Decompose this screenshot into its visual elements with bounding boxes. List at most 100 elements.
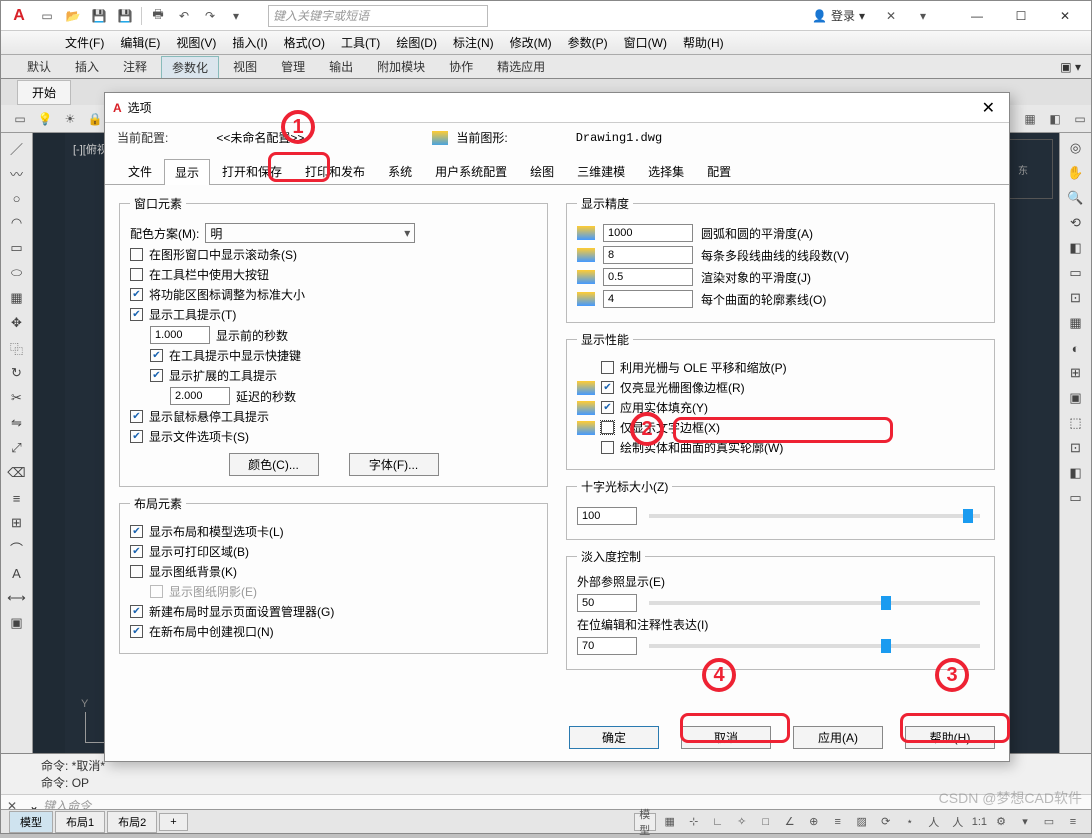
chk-extended-tooltip[interactable] (150, 369, 163, 382)
dimension-icon[interactable]: ⟷ (5, 587, 29, 609)
transparency-icon[interactable]: ▨ (852, 813, 872, 831)
redo-icon[interactable]: ↷ (198, 5, 222, 27)
customize-icon[interactable]: ≡ (1063, 813, 1083, 831)
lightbulb-icon[interactable]: 💡 (34, 108, 56, 130)
menu-modify[interactable]: 修改(M) (502, 31, 560, 54)
chk-filetabs[interactable] (130, 430, 143, 443)
clean-icon[interactable]: ▭ (1039, 813, 1059, 831)
options-tab-userpref[interactable]: 用户系统配置 (424, 158, 518, 184)
tool-a-icon[interactable]: ▦ (1019, 108, 1041, 130)
tool-r14-icon[interactable]: ◧ (1064, 462, 1088, 484)
ribbon-tab-manage[interactable]: 管理 (271, 56, 315, 77)
polyline-seg-input[interactable] (603, 246, 693, 264)
tool-r11-icon[interactable]: ▣ (1064, 387, 1088, 409)
anno-icon[interactable]: ⋆ (900, 813, 920, 831)
polyline-icon[interactable]: 〰 (5, 162, 29, 184)
ribbon-tab-annotate[interactable]: 注释 (113, 56, 157, 77)
crosshair-slider[interactable] (649, 514, 980, 518)
chk-page-setup[interactable] (130, 605, 143, 618)
menu-format[interactable]: 格式(O) (276, 31, 333, 54)
options-tab-system[interactable]: 系统 (377, 158, 423, 184)
polar-icon[interactable]: ✧ (732, 813, 752, 831)
surface-contour-input[interactable] (603, 290, 693, 308)
menu-file[interactable]: 文件(F) (57, 31, 112, 54)
dyn-icon[interactable]: ⊕ (804, 813, 824, 831)
menu-parametric[interactable]: 参数(P) (560, 31, 616, 54)
anno2-icon[interactable]: 人 (924, 813, 944, 831)
ribbon-tab-express[interactable]: 精选应用 (487, 56, 555, 77)
hatch-icon[interactable]: ▦ (5, 287, 29, 309)
tool-b-icon[interactable]: ◧ (1044, 108, 1066, 130)
inplace-fade-input[interactable] (577, 637, 637, 655)
fillet-icon[interactable]: ⌒ (5, 537, 29, 559)
lw-icon[interactable]: ≡ (828, 813, 848, 831)
grid-icon[interactable]: ▦ (660, 813, 680, 831)
snap-icon[interactable]: ⊹ (684, 813, 704, 831)
close-button[interactable]: ✕ (1043, 2, 1087, 30)
ribbon-tab-view[interactable]: 视图 (223, 56, 267, 77)
tool-r15-icon[interactable]: ▭ (1064, 487, 1088, 509)
chk-scrollbar[interactable] (130, 248, 143, 261)
options-tab-drafting[interactable]: 绘图 (519, 158, 565, 184)
ribbon-tab-addins[interactable]: 附加模块 (367, 56, 435, 77)
xref-fade-input[interactable] (577, 594, 637, 612)
erase-icon[interactable]: ⌫ (5, 462, 29, 484)
ortho-icon[interactable]: ∟ (708, 813, 728, 831)
tool-r13-icon[interactable]: ⊡ (1064, 437, 1088, 459)
move-icon[interactable]: ✥ (5, 312, 29, 334)
saveas-icon[interactable]: 💾 (113, 5, 137, 27)
nav-wheel-icon[interactable]: ◎ (1064, 137, 1088, 159)
track-icon[interactable]: ∠ (780, 813, 800, 831)
tab-layout1[interactable]: 布局1 (55, 811, 105, 833)
sb-model-button[interactable]: 模型 (634, 813, 656, 831)
open-icon[interactable]: 📂 (61, 5, 85, 27)
tool-c-icon[interactable]: ▭ (1069, 108, 1091, 130)
block-icon[interactable]: ▣ (5, 612, 29, 634)
app-logo[interactable]: A (5, 2, 33, 30)
options-tab-3d[interactable]: 三维建模 (566, 158, 636, 184)
tool-r8-icon[interactable]: ▦ (1064, 312, 1088, 334)
arc-smooth-input[interactable] (603, 224, 693, 242)
chk-text-frame[interactable] (601, 421, 614, 434)
ribbon-tab-parametric[interactable]: 参数化 (161, 56, 219, 78)
tool-r12-icon[interactable]: ⬚ (1064, 412, 1088, 434)
chk-raster-pan[interactable] (601, 361, 614, 374)
tab-add[interactable]: + (159, 813, 187, 831)
maximize-button[interactable]: ☐ (999, 2, 1043, 30)
tab-layout2[interactable]: 布局2 (107, 811, 157, 833)
tool-r6-icon[interactable]: ▭ (1064, 262, 1088, 284)
rect-icon[interactable]: ▭ (5, 237, 29, 259)
inplace-fade-slider[interactable] (649, 644, 980, 648)
chk-paper-bg[interactable] (130, 565, 143, 578)
delay-seconds-input[interactable] (170, 387, 230, 405)
start-tab[interactable]: 开始 (17, 80, 71, 105)
exchange-icon[interactable]: ✕ (879, 5, 903, 27)
zoom-icon[interactable]: 🔍 (1064, 187, 1088, 209)
viewcube-icon[interactable]: ◧ (1064, 237, 1088, 259)
scale-icon[interactable]: ⤢ (5, 437, 29, 459)
scale-label[interactable]: 1:1 (972, 816, 987, 828)
circle-icon[interactable]: ○ (5, 187, 29, 209)
chk-create-viewport[interactable] (130, 625, 143, 638)
menu-tools[interactable]: 工具(T) (333, 31, 388, 54)
ok-button[interactable]: 确定 (569, 726, 659, 749)
minimize-button[interactable]: — (955, 2, 999, 30)
tool-r7-icon[interactable]: ⊡ (1064, 287, 1088, 309)
sun-icon[interactable]: ☀ (59, 108, 81, 130)
chk-ribbon-icons[interactable] (130, 288, 143, 301)
menu-draw[interactable]: 绘图(D) (388, 31, 445, 54)
ribbon-tab-collaborate[interactable]: 协作 (439, 56, 483, 77)
trim-icon[interactable]: ✂ (5, 387, 29, 409)
colors-button[interactable]: 颜色(C)... (229, 453, 319, 476)
ribbon-tab-output[interactable]: 输出 (319, 56, 363, 77)
render-smooth-input[interactable] (603, 268, 693, 286)
osnap-icon[interactable]: □ (756, 813, 776, 831)
text-icon[interactable]: A (5, 562, 29, 584)
options-tab-file[interactable]: 文件 (117, 158, 163, 184)
new-icon[interactable]: ▭ (35, 5, 59, 27)
menu-help[interactable]: 帮助(H) (675, 31, 732, 54)
chk-printable-area[interactable] (130, 545, 143, 558)
menu-dimension[interactable]: 标注(N) (445, 31, 502, 54)
color-scheme-combo[interactable]: 明 (205, 223, 415, 243)
chk-silhouette[interactable] (601, 441, 614, 454)
